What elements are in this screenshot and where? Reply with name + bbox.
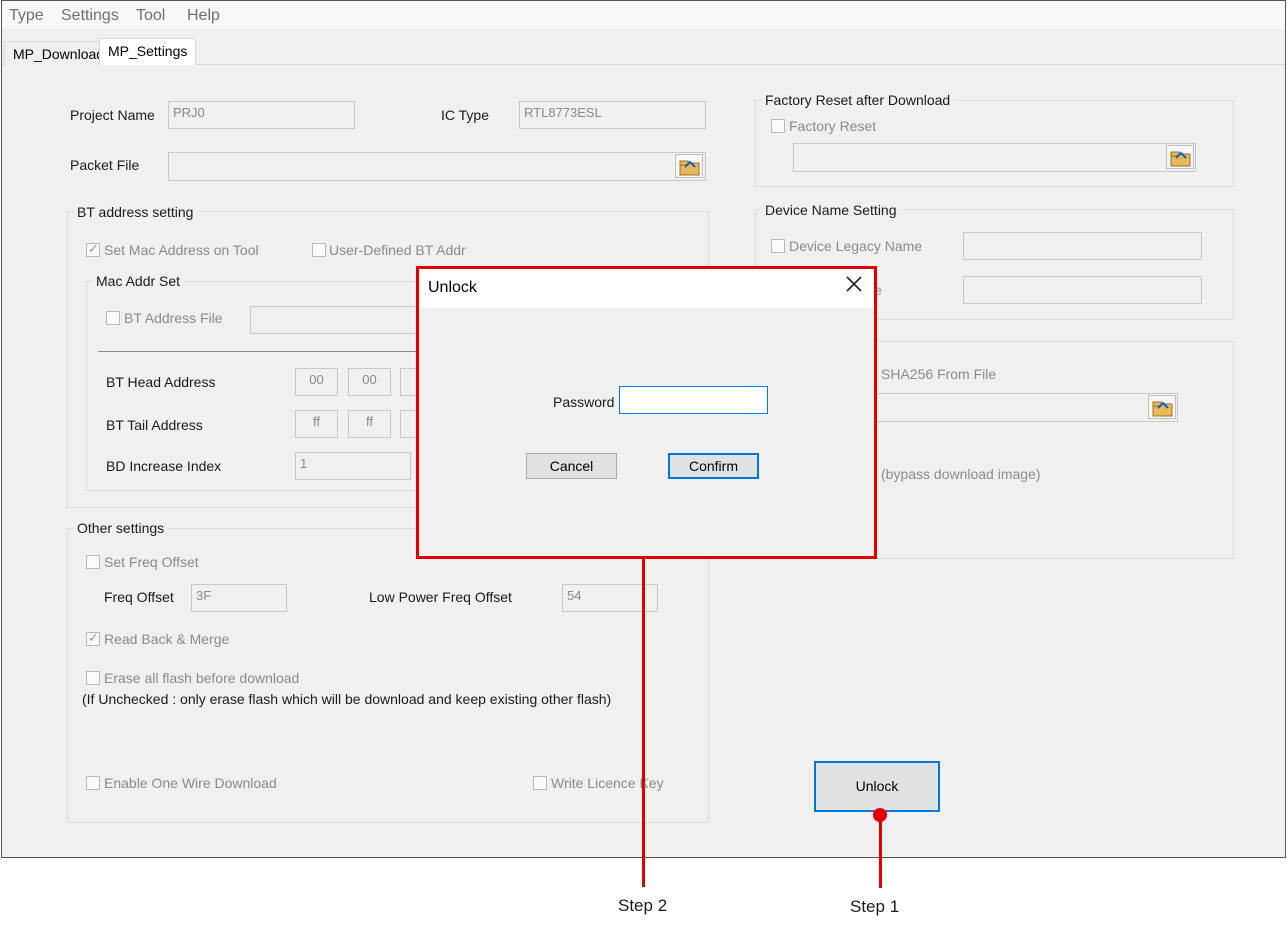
sha256-from-file-label: SHA256 From File [881, 366, 997, 382]
freq-offset-label: Freq Offset [104, 589, 174, 605]
erase-note: (If Unchecked : only erase flash which w… [82, 691, 612, 707]
menu-settings[interactable]: Settings [61, 7, 119, 25]
one-wire-download-label: Enable One Wire Download [104, 775, 277, 791]
set-mac-label: Set Mac Address on Tool [104, 242, 259, 258]
ic-type-field[interactable]: RTL8773ESL [519, 101, 706, 129]
bypass-download-label: (bypass download image) [881, 466, 1041, 482]
mac-addr-title: Mac Addr Set [92, 273, 185, 289]
bd-increase-index-label: BD Increase Index [106, 458, 222, 474]
tab-mp-download[interactable]: MP_Download [4, 41, 114, 65]
bt-address-title: BT address setting [73, 204, 198, 220]
device-legacy-name-label: Device Legacy Name [789, 238, 923, 254]
packet-file-label: Packet File [70, 157, 140, 173]
packet-file-field[interactable] [168, 152, 706, 181]
sha256-browse-button[interactable] [1148, 395, 1176, 419]
other-settings-title: Other settings [73, 520, 169, 536]
user-defined-label: User-Defined BT Addr [329, 242, 466, 258]
menu-type[interactable]: Type [9, 7, 44, 25]
bt-tail-address-label: BT Tail Address [106, 417, 203, 433]
folder-icon [679, 160, 700, 176]
device-le-name-field[interactable] [963, 276, 1202, 304]
unlock-button[interactable]: Unlock [814, 761, 940, 812]
bt-address-file-label: BT Address File [124, 310, 223, 326]
step2-highlight-box [416, 266, 877, 559]
set-freq-offset-checkbox[interactable] [86, 555, 100, 569]
sha256-file-field[interactable] [872, 393, 1178, 422]
ic-type-label: IC Type [441, 107, 489, 123]
project-name-label: Project Name [70, 107, 155, 123]
menu-bar: Type Settings Tool Help [2, 1, 1285, 29]
device-legacy-name-field[interactable] [963, 232, 1202, 260]
factory-reset-label: Factory Reset [789, 118, 877, 134]
bt-head-address-label: BT Head Address [106, 374, 216, 390]
bt-head-byte-1[interactable]: 00 [295, 368, 338, 396]
write-licence-key-label: Write Licence Key [551, 775, 664, 791]
device-legacy-name-checkbox[interactable] [771, 239, 785, 253]
read-back-merge-label: Read Back & Merge [104, 631, 230, 647]
erase-all-flash-label: Erase all flash before download [104, 670, 300, 686]
bt-head-byte-2[interactable]: 00 [348, 368, 391, 396]
step1-label: Step 1 [850, 897, 900, 916]
bt-address-file-checkbox[interactable] [106, 311, 120, 325]
folder-icon [1152, 401, 1173, 417]
bd-increase-index-field[interactable]: 1 [295, 452, 411, 480]
erase-all-flash-checkbox[interactable] [86, 671, 100, 685]
factory-reset-file-field[interactable] [793, 143, 1196, 172]
low-power-freq-offset-label: Low Power Freq Offset [369, 589, 512, 605]
project-name-field[interactable]: PRJ0 [168, 101, 355, 129]
menu-help[interactable]: Help [187, 7, 220, 25]
device-name-title: Device Name Setting [761, 202, 901, 218]
bt-tail-byte-1[interactable]: ff [295, 410, 338, 438]
set-freq-offset-label: Set Freq Offset [104, 554, 199, 570]
factory-reset-browse-button[interactable] [1166, 145, 1194, 169]
user-defined-checkbox[interactable] [312, 243, 326, 257]
folder-icon [1170, 151, 1191, 167]
set-mac-checkbox[interactable] [86, 241, 100, 257]
packet-file-browse-button[interactable] [675, 154, 703, 178]
write-licence-key-checkbox[interactable] [533, 776, 547, 790]
read-back-merge-checkbox[interactable] [86, 630, 100, 646]
one-wire-download-checkbox[interactable] [86, 776, 100, 790]
factory-reset-checkbox[interactable] [771, 119, 785, 133]
tab-mp-settings[interactable]: MP_Settings [99, 38, 197, 65]
freq-offset-field[interactable]: 3F [191, 584, 287, 612]
bt-tail-byte-2[interactable]: ff [348, 410, 391, 438]
step1-pointer-line [879, 815, 882, 888]
factory-reset-title: Factory Reset after Download [761, 92, 955, 108]
step2-label: Step 2 [618, 896, 668, 915]
menu-tool[interactable]: Tool [136, 7, 165, 25]
mac-addr-divider [98, 351, 438, 352]
step2-pointer-line [642, 559, 645, 887]
